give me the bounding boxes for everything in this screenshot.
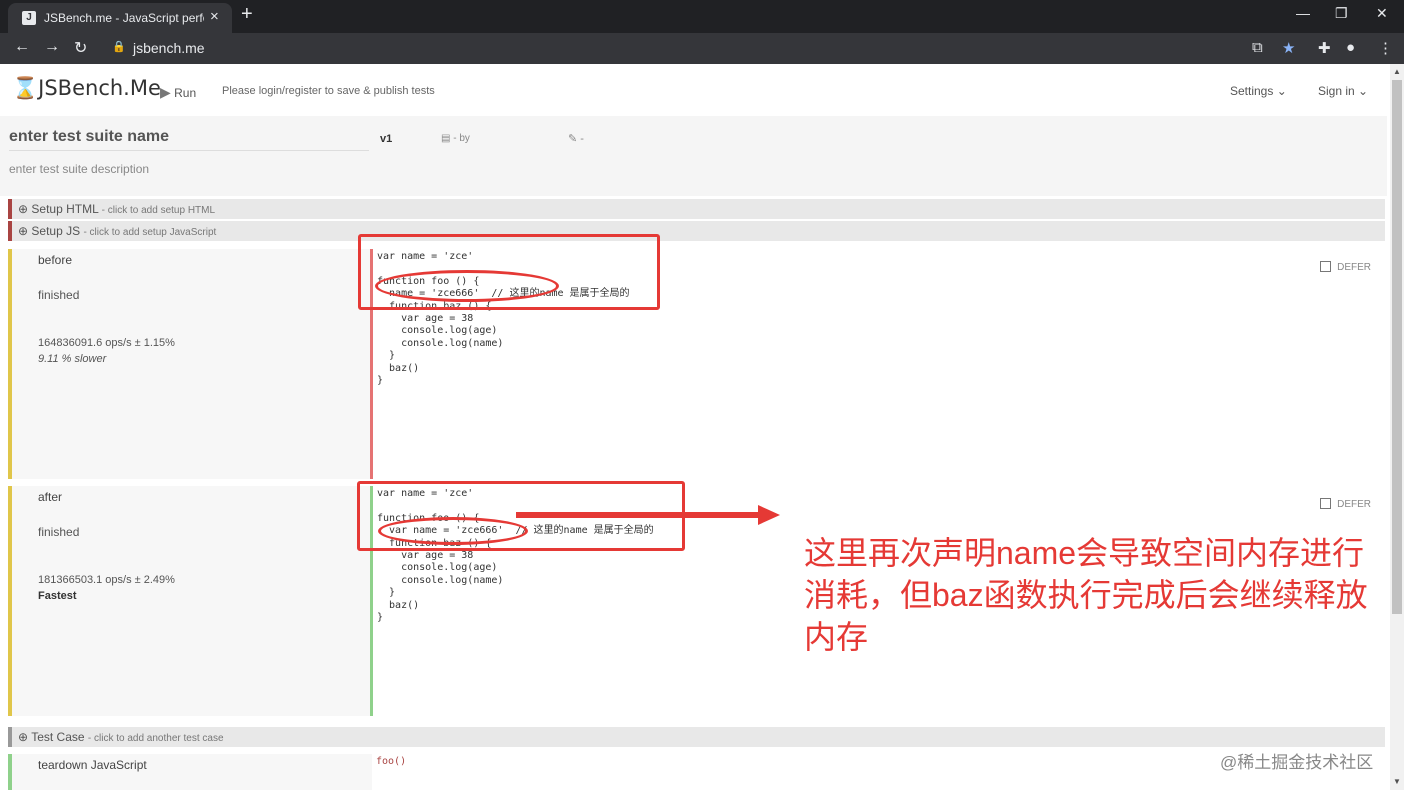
defer-toggle[interactable]: DEFER bbox=[1320, 261, 1371, 273]
minimize-icon[interactable]: — bbox=[1296, 5, 1310, 21]
code-line[interactable]: console.log(name) bbox=[377, 338, 630, 350]
maximize-icon[interactable]: ❐ bbox=[1335, 5, 1348, 22]
case-ops: 181366503.1 ops/s ± 2.49% bbox=[38, 574, 175, 586]
login-prompt[interactable]: Please login/register to save & publish … bbox=[222, 85, 435, 97]
browser-tab[interactable]: J JSBench.me - JavaScript perfo × bbox=[8, 3, 232, 33]
logo-text: JSBench.Me bbox=[38, 76, 161, 100]
case-status: finished bbox=[38, 525, 80, 539]
add-test-case-bar[interactable]: ⊕ Test Case - click to add another test … bbox=[8, 727, 1385, 747]
case-name[interactable]: after bbox=[38, 490, 62, 504]
back-icon[interactable]: ← bbox=[14, 38, 30, 56]
case-status: finished bbox=[38, 288, 80, 302]
code-line[interactable]: var age = 38 bbox=[377, 550, 654, 562]
suite-description-input[interactable]: enter test suite description bbox=[9, 162, 149, 176]
case-name[interactable]: before bbox=[38, 253, 72, 267]
extensions-icon[interactable]: ✚ bbox=[1318, 39, 1331, 57]
version-label: v1 bbox=[380, 133, 393, 145]
site-header: ⌛JSBench.Me ▶ Run Please login/register … bbox=[0, 64, 1390, 116]
defer-label: DEFER bbox=[1337, 262, 1371, 273]
address-bar: ← → ↻ 🔒 jsbench.me ⧉ ★ ✚ ● ⋮ bbox=[0, 33, 1404, 64]
new-tab-icon[interactable]: + bbox=[241, 3, 253, 26]
hourglass-icon: ⌛ bbox=[12, 76, 39, 100]
code-line[interactable]: } bbox=[377, 587, 654, 599]
highlight-ellipse-before bbox=[375, 270, 559, 302]
author-label: ▤ - by bbox=[441, 133, 470, 144]
settings-menu[interactable]: Settings ⌄ bbox=[1230, 84, 1287, 98]
reload-icon[interactable]: ↻ bbox=[74, 38, 87, 58]
document-icon: ▤ bbox=[441, 133, 451, 144]
chevron-down-icon: ⌄ bbox=[1276, 84, 1287, 98]
annotation-note: 这里再次声明name会导致空间内存进行消耗，但baz函数执行完成后会继续释放内存 bbox=[804, 535, 1368, 655]
code-line[interactable]: } bbox=[377, 375, 630, 387]
plus-circle-icon: ⊕ bbox=[18, 224, 29, 238]
defer-toggle[interactable]: DEFER bbox=[1320, 498, 1371, 510]
setup-js-hint: - click to add setup JavaScript bbox=[83, 227, 217, 238]
teardown-code[interactable]: foo() bbox=[376, 756, 406, 768]
code-line[interactable]: console.log(name) bbox=[377, 575, 654, 587]
case-comparison: Fastest bbox=[38, 590, 77, 602]
signin-menu[interactable]: Sign in ⌄ bbox=[1318, 84, 1368, 98]
test-case-label: Test Case bbox=[31, 730, 85, 744]
scroll-down-icon[interactable]: ▼ bbox=[1393, 777, 1401, 786]
defer-checkbox[interactable] bbox=[1320, 261, 1332, 272]
translate-icon[interactable]: ⧉ bbox=[1252, 39, 1263, 56]
url-field[interactable]: jsbench.me bbox=[133, 40, 205, 56]
forward-icon[interactable]: → bbox=[44, 38, 60, 56]
run-button[interactable]: ▶ Run bbox=[160, 84, 196, 101]
lock-icon: 🔒 bbox=[112, 41, 126, 53]
code-line[interactable]: console.log(age) bbox=[377, 325, 630, 337]
code-line[interactable]: console.log(age) bbox=[377, 562, 654, 574]
site-favicon-icon: J bbox=[22, 11, 36, 25]
test-case-hint: - click to add another test case bbox=[87, 733, 224, 744]
suite-meta: enter test suite name v1 ▤ - by ✎ - ente… bbox=[0, 116, 1387, 196]
highlight-ellipse-after bbox=[378, 517, 528, 545]
setup-js-bar[interactable]: ⊕ Setup JS - click to add setup JavaScri… bbox=[8, 221, 1385, 241]
browser-tab-bar: J JSBench.me - JavaScript perfo × + — ❐ … bbox=[0, 0, 1404, 33]
edit-dash: - bbox=[580, 133, 584, 145]
watermark: @稀土掘金技术社区 bbox=[1220, 753, 1374, 772]
code-line[interactable]: var age = 38 bbox=[377, 313, 630, 325]
defer-checkbox[interactable] bbox=[1320, 498, 1332, 509]
play-icon: ▶ bbox=[160, 84, 171, 100]
by-text: - by bbox=[453, 133, 470, 144]
plus-circle-icon: ⊕ bbox=[18, 730, 29, 744]
scroll-up-icon[interactable]: ▲ bbox=[1393, 67, 1401, 76]
profile-icon[interactable]: ● bbox=[1346, 39, 1355, 56]
settings-label: Settings bbox=[1230, 84, 1274, 98]
tab-close-icon[interactable]: × bbox=[210, 8, 219, 25]
defer-label: DEFER bbox=[1337, 499, 1371, 510]
code-line[interactable]: } bbox=[377, 350, 630, 362]
edit-button[interactable]: ✎ - bbox=[568, 132, 584, 145]
chevron-down-icon: ⌄ bbox=[1358, 84, 1369, 98]
scrollbar[interactable]: ▲ ▼ bbox=[1390, 64, 1404, 790]
case-ops: 164836091.6 ops/s ± 1.15% bbox=[38, 337, 175, 349]
arrowhead-icon bbox=[758, 505, 780, 525]
plus-circle-icon: ⊕ bbox=[18, 202, 29, 216]
setup-html-hint: - click to add setup HTML bbox=[101, 205, 216, 216]
suite-name-input[interactable]: enter test suite name bbox=[9, 128, 369, 151]
signin-label: Sign in bbox=[1318, 84, 1355, 98]
code-line[interactable]: baz() bbox=[377, 363, 630, 375]
tab-title: JSBench.me - JavaScript perfo bbox=[44, 11, 204, 25]
bookmark-star-icon[interactable]: ★ bbox=[1282, 39, 1295, 57]
code-line[interactable]: baz() bbox=[377, 600, 654, 612]
window-close-icon[interactable]: ✕ bbox=[1376, 5, 1388, 22]
run-label: Run bbox=[174, 86, 197, 100]
annotation-arrow bbox=[516, 512, 760, 518]
case-comparison: 9.11 % slower bbox=[38, 353, 107, 365]
pencil-icon: ✎ bbox=[568, 133, 578, 145]
menu-icon[interactable]: ⋮ bbox=[1378, 39, 1393, 57]
code-line[interactable]: } bbox=[377, 612, 654, 624]
site-logo[interactable]: ⌛JSBench.Me bbox=[12, 76, 161, 101]
setup-js-label: Setup JS bbox=[31, 224, 81, 238]
setup-html-label: Setup HTML bbox=[31, 202, 99, 216]
setup-html-bar[interactable]: ⊕ Setup HTML - click to add setup HTML bbox=[8, 199, 1385, 219]
teardown-label: teardown JavaScript bbox=[38, 758, 147, 772]
